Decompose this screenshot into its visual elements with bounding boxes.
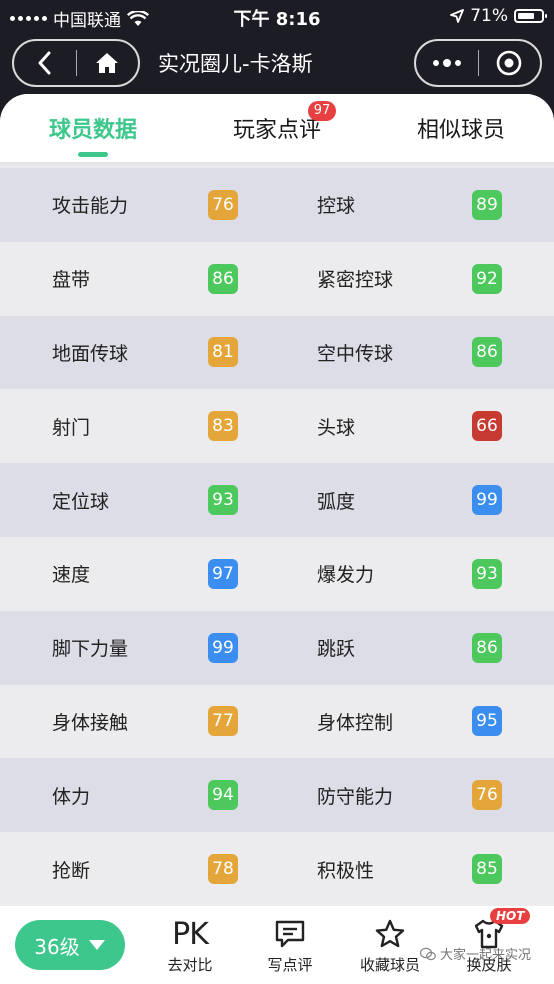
- star-icon: [375, 919, 405, 948]
- stat-row: 攻击能力 76 控球 89: [0, 168, 554, 242]
- stat-value-badge: 86: [208, 263, 238, 294]
- stat-value-badge: 85: [472, 854, 502, 885]
- stat-value-badge: 66: [472, 411, 502, 442]
- nav-capsule-left: [12, 39, 140, 87]
- stat-value-badge: 97: [208, 558, 238, 589]
- level-label: 36级: [34, 934, 80, 959]
- active-tab-indicator: [78, 152, 108, 157]
- watermark-text: 大家一起来实况: [440, 948, 532, 963]
- more-dots-icon: [432, 59, 461, 67]
- caret-down-icon: [88, 940, 105, 950]
- stat-row: 射门 83 头球 66: [0, 389, 554, 464]
- stat-label: 紧密控球: [317, 269, 394, 292]
- more-button[interactable]: [416, 41, 478, 85]
- tab-player-data[interactable]: 球员数据: [13, 112, 173, 144]
- target-circle-icon: [496, 50, 522, 76]
- battery-group: 71%: [450, 6, 547, 26]
- stat-label: 跳跃: [317, 638, 356, 661]
- stat-label: 速度: [52, 564, 91, 587]
- stat-label: 抢断: [52, 859, 91, 882]
- stat-row: 盘带 86 紧密控球 92: [0, 241, 554, 316]
- stat-row: 抢断 78 积极性 85: [0, 832, 554, 906]
- review-count-badge: 97: [308, 101, 336, 121]
- stat-value-badge: 76: [208, 189, 238, 220]
- nav-bar: 实况圈儿-卡洛斯: [0, 34, 554, 94]
- stat-row: 脚下力量 99 跳跃 86: [0, 610, 554, 685]
- stat-value-badge: 99: [208, 632, 238, 663]
- stat-value-badge: 93: [472, 558, 502, 589]
- comment-icon: [275, 920, 305, 948]
- stat-label: 射门: [52, 416, 91, 439]
- stat-row: 地面传球 81 空中传球 86: [0, 315, 554, 390]
- stat-label: 定位球: [52, 490, 110, 513]
- stat-value-badge: 95: [472, 706, 502, 737]
- home-icon: [96, 53, 119, 73]
- level-selector-button[interactable]: 36级: [15, 920, 125, 970]
- stat-value-badge: 89: [472, 189, 502, 220]
- stat-value-badge: 94: [208, 780, 238, 811]
- stat-value-badge: 92: [472, 263, 502, 294]
- battery-icon: [514, 9, 547, 23]
- back-button[interactable]: [14, 41, 76, 85]
- stat-label: 体力: [52, 785, 91, 808]
- stat-label: 空中传球: [317, 342, 394, 365]
- stat-value-badge: 86: [472, 632, 502, 663]
- hot-badge: HOT: [490, 908, 531, 924]
- stat-value-badge: 93: [208, 485, 238, 516]
- close-miniprogram-button[interactable]: [478, 41, 540, 85]
- stat-value-badge: 78: [208, 854, 238, 885]
- stat-label: 头球: [317, 416, 356, 439]
- stat-label: 盘带: [52, 269, 91, 292]
- watermark: 大家一起来实况: [420, 944, 531, 963]
- stat-value-badge: 77: [208, 706, 238, 737]
- stat-label: 攻击能力: [52, 195, 129, 218]
- tab-similar-players[interactable]: 相似球员: [381, 112, 541, 144]
- stat-row: 体力 94 防守能力 76: [0, 758, 554, 833]
- pk-icon: PK: [172, 916, 209, 952]
- compare-label: 去对比: [167, 956, 213, 974]
- stat-row: 速度 97 爆发力 93: [0, 536, 554, 611]
- stat-label: 防守能力: [317, 785, 394, 808]
- stat-value-badge: 76: [472, 780, 502, 811]
- write-review-label: 写点评: [267, 956, 313, 974]
- status-bar: 中国联通 下午 8:16 71%: [0, 0, 554, 34]
- stat-value-badge: 99: [472, 485, 502, 516]
- battery-percent: 71%: [470, 6, 508, 26]
- stat-label: 弧度: [317, 490, 356, 513]
- stat-value-badge: 83: [208, 411, 238, 442]
- page-title: 实况圈儿-卡洛斯: [158, 52, 313, 76]
- stats-list: 攻击能力 76 控球 89 盘带 86 紧密控球 92 地面传球 81 空中传球 86 射门 83 头球 66…: [0, 168, 554, 906]
- nav-capsule-right: [414, 39, 542, 87]
- wechat-icon: [420, 947, 436, 960]
- home-button[interactable]: [76, 41, 138, 85]
- stat-row: 定位球 93 弧度 99: [0, 463, 554, 537]
- write-review-button[interactable]: 写点评: [245, 914, 335, 975]
- location-arrow-icon: [450, 9, 465, 23]
- back-chevron-icon: [38, 51, 51, 75]
- stat-label: 控球: [317, 195, 356, 218]
- stat-value-badge: 81: [208, 337, 238, 368]
- stat-row: 身体接触 77 身体控制 95: [0, 684, 554, 759]
- stat-label: 爆发力: [317, 564, 375, 587]
- tab-bar: 球员数据 玩家点评 97 相似球员: [0, 94, 554, 162]
- main-panel: 球员数据 玩家点评 97 相似球员 攻击能力 76 控球 89 盘带 86 紧密控球 92 地面…: [0, 94, 554, 906]
- stat-label: 身体控制: [317, 711, 394, 734]
- stat-label: 身体接触: [52, 711, 129, 734]
- stat-label: 脚下力量: [52, 638, 129, 661]
- compare-button[interactable]: PK 去对比: [145, 914, 235, 975]
- stat-value-badge: 86: [472, 337, 502, 368]
- stat-label: 地面传球: [52, 342, 129, 365]
- stat-label: 积极性: [317, 859, 375, 882]
